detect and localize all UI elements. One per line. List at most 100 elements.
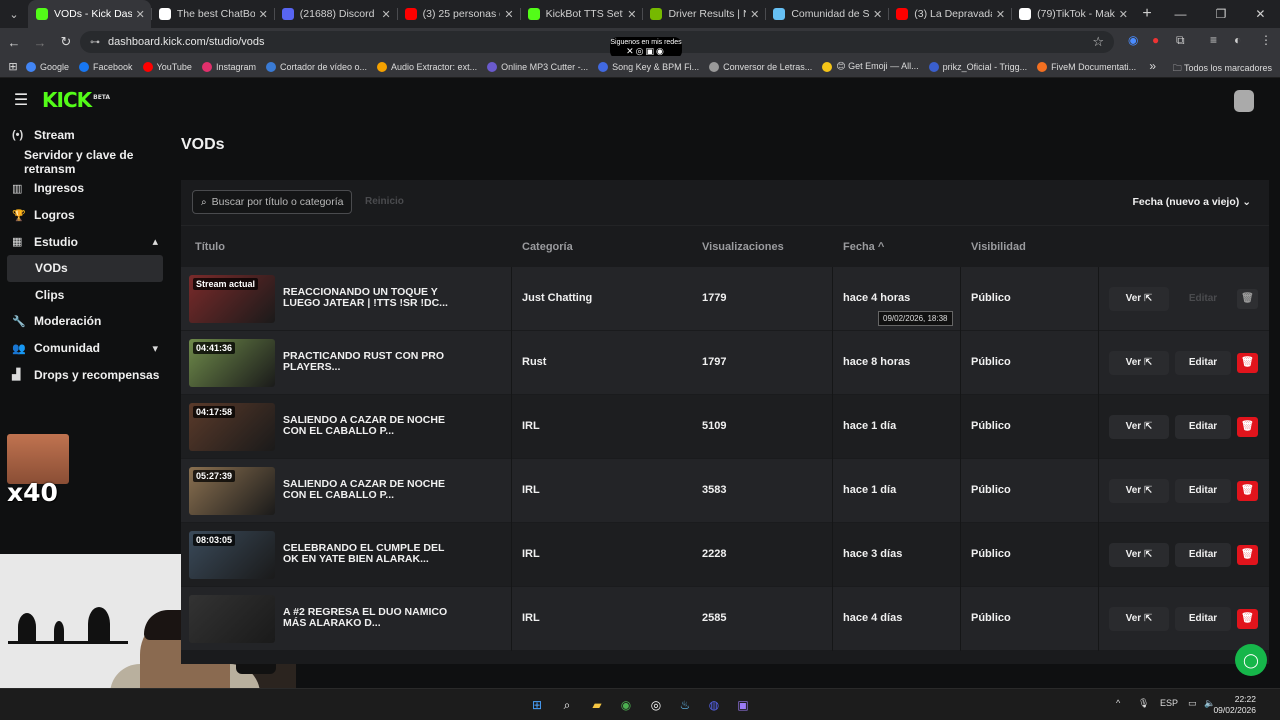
mic-tray-icon[interactable]: 🎙 (1138, 698, 1149, 709)
tab-close-icon[interactable]: ✕ (996, 8, 1005, 21)
language-indicator[interactable]: ESP (1160, 698, 1178, 708)
back-icon[interactable]: ← (2, 35, 26, 50)
delete-button[interactable]: 🗑 (1237, 417, 1258, 437)
delete-button[interactable]: 🗑 (1237, 609, 1258, 629)
search-input[interactable]: ⌕ Buscar por título o categoría (192, 190, 352, 214)
browser-tab[interactable]: VODs - Kick Dashboard ✕ (28, 0, 151, 28)
tab-close-icon[interactable]: ✕ (136, 8, 145, 21)
vod-title[interactable]: CELEBRANDO EL CUMPLE DEL OK EN YATE BIEN… (283, 543, 453, 565)
apps-grid-icon[interactable]: ⊞ (0, 60, 26, 73)
vod-thumbnail[interactable]: Stream actual (189, 275, 275, 323)
sidebar-item-vods[interactable]: VODs (7, 254, 163, 282)
system-clock[interactable]: 22:22 09/02/2026 (1213, 694, 1256, 716)
chevron-icon[interactable]: ▾ (152, 342, 158, 355)
steam-icon[interactable]: ♨ (676, 696, 694, 714)
vod-row[interactable]: 08:03:05 CELEBRANDO EL CUMPLE DEL OK EN Y… (181, 523, 1269, 587)
vod-title[interactable]: SALIENDO A CAZAR DE NOCHE CON EL CABALLO… (283, 415, 453, 437)
app-icon[interactable]: ▣ (734, 696, 752, 714)
search-taskbar-icon[interactable]: ⌕ (558, 696, 576, 714)
vod-thumbnail[interactable]: 05:27:39 (189, 467, 275, 515)
more-bookmarks-icon[interactable]: » (1149, 59, 1156, 73)
edit-button[interactable]: Editar (1175, 351, 1231, 375)
bookmark-item[interactable]: 😊 Get Emoji — All... (822, 61, 919, 72)
tab-close-icon[interactable]: ✕ (750, 8, 759, 21)
vod-row[interactable]: A #2 REGRESA EL DUO NAMICO MÁS ALARAKO D… (181, 587, 1269, 651)
extension-icon[interactable]: ◉ (1128, 33, 1138, 47)
vod-title[interactable]: A #2 REGRESA EL DUO NAMICO MÁS ALARAKO D… (283, 607, 453, 629)
view-button[interactable]: Ver ⇱ (1109, 543, 1169, 567)
kick-logo[interactable]: KICK BETA (42, 88, 110, 112)
restore-icon[interactable]: ❐ (1216, 7, 1227, 21)
tray-chevron-icon[interactable]: ^ (1116, 698, 1120, 708)
col-visibility[interactable]: Visibilidad (971, 241, 1026, 253)
vod-thumbnail[interactable]: 04:17:58 (189, 403, 275, 451)
browser-tab[interactable]: (21688) Discord | #✕ (273, 0, 397, 28)
address-bar[interactable]: ⊶ dashboard.kick.com/studio/vods ☆ (80, 31, 1114, 53)
sidebar-item-comunidad[interactable]: 👥 Comunidad ▾ (0, 335, 172, 362)
reload-icon[interactable]: ↻ (54, 34, 78, 50)
view-button[interactable]: Ver ⇱ (1109, 351, 1169, 375)
view-button[interactable]: Ver ⇱ (1109, 479, 1169, 503)
browser-tab[interactable]: Comunidad de Steam✕ (765, 0, 888, 28)
vod-title[interactable]: PRACTICANDO RUST CON PRO PLAYERS... (283, 351, 453, 373)
browser-tab[interactable]: The best ChatBot and ✕ (150, 0, 274, 28)
edit-button[interactable]: Editar (1175, 479, 1231, 503)
browser-menu-icon[interactable]: ⋮ (1260, 33, 1272, 47)
vod-thumbnail[interactable]: 08:03:05 (189, 531, 275, 579)
sidebar-item-ingresos[interactable]: ▥ Ingresos (0, 175, 172, 202)
all-bookmarks-folder[interactable]: 🗀 Todos los marcadores (1173, 61, 1272, 77)
vod-title[interactable]: SALIENDO A CAZAR DE NOCHE CON EL CABALLO… (283, 479, 453, 501)
menu-hamburger-icon[interactable]: ☰ (0, 90, 42, 110)
bookmark-item[interactable]: prikz_Oficial - Trigg... (928, 61, 1027, 72)
sidebar-item-clips[interactable]: Clips (0, 282, 172, 309)
sidebar-item-servidor-y-clave-de-retransm[interactable]: Servidor y clave de retransm (0, 148, 172, 176)
profile-icon[interactable]: ◐ (1234, 33, 1241, 47)
tab-close-icon[interactable]: ✕ (627, 8, 636, 21)
tab-close-icon[interactable]: ✕ (504, 8, 513, 21)
bookmark-item[interactable]: Instagram (201, 61, 256, 72)
col-views[interactable]: Visualizaciones (702, 241, 784, 253)
edit-button[interactable]: Editar (1175, 415, 1231, 439)
sidebar-item-moderaci-n[interactable]: 🔧 Moderación (0, 308, 172, 335)
vod-title[interactable]: REACCIONANDO UN TOQUE Y LUEGO JATEAR | !… (283, 287, 453, 309)
view-button[interactable]: Ver ⇱ (1109, 607, 1169, 631)
bookmark-item[interactable]: YouTube (142, 61, 192, 72)
vod-row[interactable]: Stream actual REACCIONANDO UN TOQUE Y LUE… (181, 267, 1269, 331)
bookmark-item[interactable]: Conversor de Letras... (709, 61, 812, 72)
user-avatar[interactable] (1234, 90, 1254, 112)
sidebar-item-drops-y-recompensas[interactable]: ▟ Drops y recompensas (0, 361, 172, 388)
extensions-puzzle-icon[interactable]: ⧉ (1176, 33, 1185, 48)
bookmark-star-icon[interactable]: ☆ (1092, 34, 1104, 50)
vod-row[interactable]: 04:41:36 PRACTICANDO RUST CON PRO PLAYERS… (181, 331, 1269, 395)
tab-close-icon[interactable]: ✕ (259, 8, 268, 21)
delete-button[interactable]: 🗑 (1237, 353, 1258, 373)
vod-thumbnail[interactable]: 04:41:36 (189, 339, 275, 387)
vod-row[interactable]: 04:17:58 SALIENDO A CAZAR DE NOCHE CON EL… (181, 395, 1269, 459)
bookmark-item[interactable]: Online MP3 Cutter -... (487, 61, 588, 72)
col-category[interactable]: Categoría (522, 241, 573, 253)
network-icon[interactable]: ▭ (1188, 698, 1197, 709)
tab-search-chevron-icon[interactable]: ⌄ (0, 0, 28, 28)
browser-tab[interactable]: Driver Results | NVIDI ✕ (642, 0, 765, 28)
bookmark-item[interactable]: FiveM Documentati... (1037, 61, 1136, 72)
edit-button[interactable]: Editar (1175, 543, 1231, 567)
help-chat-button[interactable]: ◯ (1235, 644, 1267, 676)
bookmark-item[interactable]: Cortador de vídeo o... (265, 61, 367, 72)
delete-button[interactable]: 🗑 (1237, 481, 1258, 501)
bookmark-item[interactable]: Facebook (79, 61, 133, 72)
edit-button[interactable]: Editar (1175, 607, 1231, 631)
bookmark-item[interactable]: Google (26, 61, 69, 72)
extension-red-icon[interactable]: ● (1152, 33, 1159, 47)
col-date[interactable]: Fecha ^ (843, 241, 884, 253)
media-controls-icon[interactable]: ≡ (1210, 33, 1217, 47)
tab-close-icon[interactable]: ✕ (1119, 8, 1128, 21)
file-explorer-icon[interactable]: ▰ (588, 696, 606, 714)
tab-close-icon[interactable]: ✕ (381, 8, 390, 21)
delete-button[interactable]: 🗑 (1237, 289, 1258, 309)
forward-icon[interactable]: → (28, 35, 52, 50)
col-title[interactable]: Título (195, 241, 225, 253)
sort-dropdown[interactable]: Fecha (nuevo a viejo) ⌄ (1132, 196, 1251, 208)
minimize-icon[interactable]: — (1175, 7, 1187, 21)
sidebar-item-stream[interactable]: (•) Stream (0, 122, 172, 149)
chrome-icon[interactable]: ◉ (617, 696, 635, 714)
